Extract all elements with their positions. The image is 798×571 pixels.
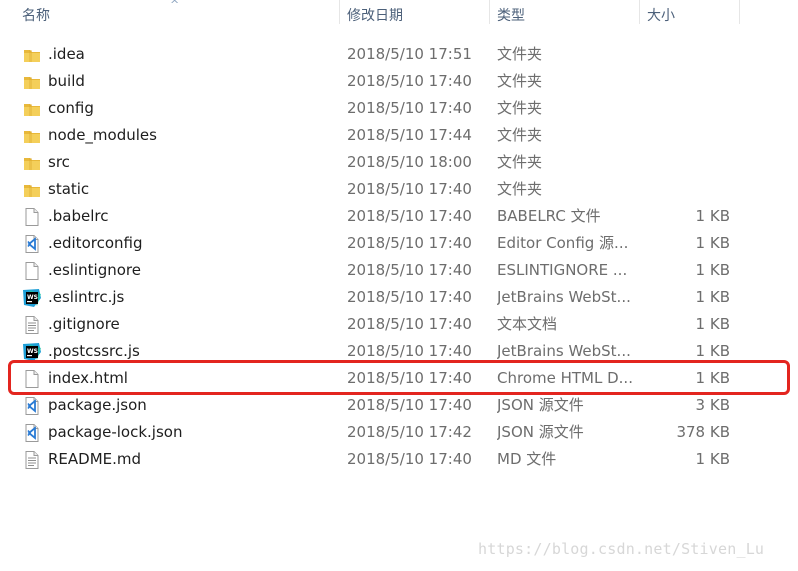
file-name: build xyxy=(48,72,85,90)
sort-ascending-icon: ^ xyxy=(170,0,180,11)
file-row[interactable]: .idea 2018/5/10 17:51 文件夹 xyxy=(0,41,798,68)
column-divider[interactable] xyxy=(489,0,490,24)
file-date: 2018/5/10 17:40 xyxy=(347,261,472,279)
file-date: 2018/5/10 17:40 xyxy=(347,450,472,468)
file-date: 2018/5/10 17:40 xyxy=(347,72,472,90)
file-type: 文本文档 xyxy=(497,315,558,333)
webstorm-file-icon: WS xyxy=(22,288,42,308)
file-size: 1 KB xyxy=(695,450,730,468)
file-row[interactable]: node_modules 2018/5/10 17:44 文件夹 xyxy=(0,122,798,149)
file-date: 2018/5/10 17:51 xyxy=(347,45,472,63)
watermark: https://blog.csdn.net/Stiven_Lu xyxy=(478,540,765,558)
file-row[interactable]: .editorconfig 2018/5/10 17:40 Editor Confi… xyxy=(0,230,798,257)
file-size xyxy=(640,68,730,95)
file-name: .eslintrc.js xyxy=(48,288,125,306)
folder-icon xyxy=(22,72,42,92)
file-row[interactable]: WS .eslintrc.js 2018/5/10 17:40 JetBrains W… xyxy=(0,284,798,311)
file-row[interactable]: package.json 2018/5/10 17:40 JSON 源文件 3 KB xyxy=(0,392,798,419)
file-type: JSON 源文件 xyxy=(497,423,584,441)
file-size xyxy=(640,122,730,149)
file-type: BABELRC 文件 xyxy=(497,207,601,225)
file-size: 378 KB xyxy=(676,423,730,441)
file-type: 文件夹 xyxy=(497,72,543,90)
folder-icon xyxy=(22,180,42,200)
file-row[interactable]: config 2018/5/10 17:40 文件夹 xyxy=(0,95,798,122)
file-size: 1 KB xyxy=(695,315,730,333)
file-type: 文件夹 xyxy=(497,99,543,117)
file-type: JSON 源文件 xyxy=(497,396,584,414)
file-name: node_modules xyxy=(48,126,157,144)
file-date: 2018/5/10 17:40 xyxy=(347,288,472,306)
file-date: 2018/5/10 17:44 xyxy=(347,126,472,144)
file-name: .idea xyxy=(48,45,85,63)
file-size xyxy=(640,176,730,203)
file-size: 3 KB xyxy=(695,396,730,414)
file-type: 文件夹 xyxy=(497,45,543,63)
webstorm-file-icon: WS xyxy=(22,342,42,362)
folder-icon xyxy=(22,45,42,65)
file-date: 2018/5/10 17:40 xyxy=(347,99,472,117)
file-row[interactable]: .babelrc 2018/5/10 17:40 BABELRC 文件 1 KB xyxy=(0,203,798,230)
file-row[interactable]: .eslintignore 2018/5/10 17:40 ESLINTIGNORE… xyxy=(0,257,798,284)
file-size xyxy=(640,95,730,122)
file-size xyxy=(640,149,730,176)
vscode-file-icon xyxy=(22,396,42,416)
folder-icon xyxy=(22,126,42,146)
svg-text:WS: WS xyxy=(27,348,38,355)
folder-icon xyxy=(22,99,42,119)
column-header-type[interactable]: 类型 xyxy=(497,0,525,33)
file-row[interactable]: static 2018/5/10 17:40 文件夹 xyxy=(0,176,798,203)
file-row[interactable]: .gitignore 2018/5/10 17:40 文本文档 1 KB xyxy=(0,311,798,338)
column-divider[interactable] xyxy=(339,0,340,24)
file-name: .eslintignore xyxy=(48,261,141,279)
file-type: Editor Config 源... xyxy=(497,234,629,252)
column-header-size[interactable]: 大小 xyxy=(647,0,675,33)
file-name: .babelrc xyxy=(48,207,109,225)
file-type: 文件夹 xyxy=(497,153,543,171)
file-size: 1 KB xyxy=(695,234,730,252)
file-date: 2018/5/10 17:42 xyxy=(347,423,472,441)
file-type: 文件夹 xyxy=(497,126,543,144)
file-name: static xyxy=(48,180,90,198)
file-date: 2018/5/10 17:40 xyxy=(347,234,472,252)
file-date: 2018/5/10 17:40 xyxy=(347,396,472,414)
file-row[interactable]: package-lock.json 2018/5/10 17:42 JSON 源文件… xyxy=(0,419,798,446)
file-size xyxy=(640,41,730,68)
blank-file-icon xyxy=(22,261,42,281)
file-date: 2018/5/10 18:00 xyxy=(347,153,472,171)
file-size: 1 KB xyxy=(695,207,730,225)
file-name: config xyxy=(48,99,94,117)
text-file-icon xyxy=(22,450,42,470)
file-type: ESLINTIGNORE ... xyxy=(497,261,628,279)
vscode-file-icon xyxy=(22,234,42,254)
column-header-date[interactable]: 修改日期 xyxy=(347,0,403,33)
column-header-bar: 名称 ^ 修改日期 类型 大小 xyxy=(0,0,798,33)
file-row[interactable]: build 2018/5/10 17:40 文件夹 xyxy=(0,68,798,95)
file-name: README.md xyxy=(48,450,142,468)
blank-file-icon xyxy=(22,207,42,227)
svg-text:WS: WS xyxy=(27,294,38,301)
file-row[interactable]: README.md 2018/5/10 17:40 MD 文件 1 KB xyxy=(0,446,798,473)
text-file-icon xyxy=(22,315,42,335)
column-divider[interactable] xyxy=(639,0,640,24)
file-name: package.json xyxy=(48,396,147,414)
file-name: .gitignore xyxy=(48,315,120,333)
file-date: 2018/5/10 17:40 xyxy=(347,315,472,333)
file-date: 2018/5/10 17:40 xyxy=(347,207,472,225)
highlight-box xyxy=(8,360,790,395)
file-name: package-lock.json xyxy=(48,423,183,441)
folder-icon xyxy=(22,153,42,173)
file-size: 1 KB xyxy=(695,261,730,279)
vscode-file-icon xyxy=(22,423,42,443)
file-row[interactable]: src 2018/5/10 18:00 文件夹 xyxy=(0,149,798,176)
file-type: MD 文件 xyxy=(497,450,557,468)
file-date: 2018/5/10 17:40 xyxy=(347,180,472,198)
column-header-name[interactable]: 名称 xyxy=(22,0,50,33)
file-name: src xyxy=(48,153,70,171)
file-name: .editorconfig xyxy=(48,234,143,252)
file-type: JetBrains WebSt... xyxy=(497,288,631,306)
file-size: 1 KB xyxy=(695,288,730,306)
column-divider[interactable] xyxy=(739,0,740,24)
file-type: 文件夹 xyxy=(497,180,543,198)
